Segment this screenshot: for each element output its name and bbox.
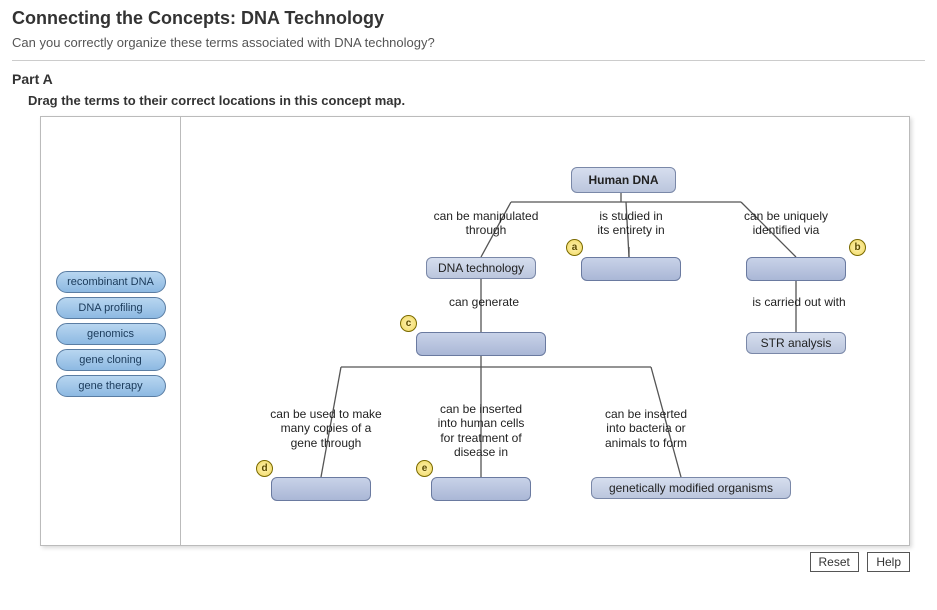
node-gmo: genetically modified organisms xyxy=(591,477,791,499)
link-unique: can be uniquelyidentified via xyxy=(726,209,846,238)
link-inserted-human: can be insertedinto human cellsfor treat… xyxy=(416,402,546,460)
marker-c: c xyxy=(400,315,417,332)
link-manipulated: can be manipulatedthrough xyxy=(421,209,551,238)
marker-d: d xyxy=(256,460,273,477)
help-button[interactable]: Help xyxy=(867,552,910,572)
node-dna-technology: DNA technology xyxy=(426,257,536,279)
page-subtitle: Can you correctly organize these terms a… xyxy=(12,35,925,50)
marker-e: e xyxy=(416,460,433,477)
part-label: Part A xyxy=(12,71,925,87)
link-carried: is carried out with xyxy=(739,295,859,309)
marker-a: a xyxy=(566,239,583,256)
slot-e[interactable] xyxy=(431,477,531,501)
marker-b: b xyxy=(849,239,866,256)
page-title: Connecting the Concepts: DNA Technology xyxy=(12,8,925,29)
reset-button[interactable]: Reset xyxy=(810,552,859,572)
concept-map-panel: recombinant DNA DNA profiling genomics g… xyxy=(40,116,910,546)
link-inserted-bacteria: can be insertedinto bacteria oranimals t… xyxy=(581,407,711,450)
button-row: Reset Help xyxy=(40,552,910,572)
instruction-text: Drag the terms to their correct location… xyxy=(28,93,925,108)
node-str-analysis: STR analysis xyxy=(746,332,846,354)
link-generate: can generate xyxy=(439,295,529,309)
term-gene-therapy[interactable]: gene therapy xyxy=(56,375,166,397)
term-recombinant-dna[interactable]: recombinant DNA xyxy=(56,271,166,293)
concept-map-canvas[interactable]: Human DNA can be manipulatedthrough is s… xyxy=(181,117,909,545)
link-copies: can be used to makemany copies of agene … xyxy=(251,407,401,450)
slot-b[interactable] xyxy=(746,257,846,281)
slot-d[interactable] xyxy=(271,477,371,501)
slot-a[interactable] xyxy=(581,257,681,281)
term-gene-cloning[interactable]: gene cloning xyxy=(56,349,166,371)
term-dna-profiling[interactable]: DNA profiling xyxy=(56,297,166,319)
link-studied: is studied inits entirety in xyxy=(581,209,681,238)
divider xyxy=(12,60,925,61)
slot-c[interactable] xyxy=(416,332,546,356)
term-genomics[interactable]: genomics xyxy=(56,323,166,345)
terms-column: recombinant DNA DNA profiling genomics g… xyxy=(41,117,181,545)
node-human-dna: Human DNA xyxy=(571,167,676,193)
